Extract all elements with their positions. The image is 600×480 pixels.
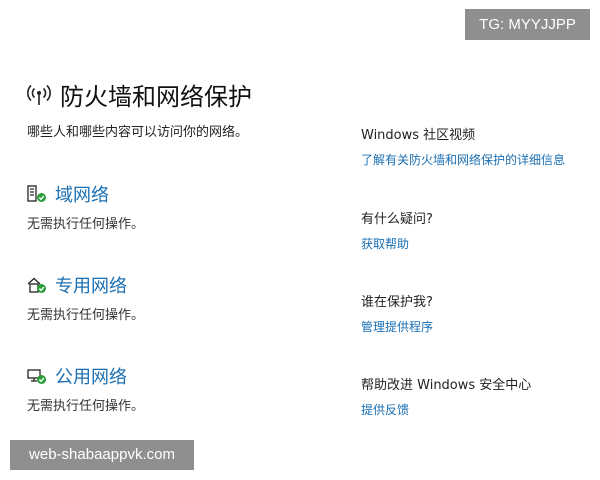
learn-more-link[interactable]: 了解有关防火墙和网络保护的详细信息 [361, 151, 565, 168]
private-network-icon [27, 276, 47, 294]
side-who-protects-heading: 谁在保护我? [361, 295, 433, 310]
side-questions: 有什么疑问? 获取帮助 [361, 208, 433, 252]
network-domain-header[interactable]: 域网络 [27, 181, 144, 207]
side-improve: 帮助改进 Windows 安全中心 提供反馈 [361, 374, 531, 418]
domain-network-icon [27, 185, 47, 203]
side-improve-heading: 帮助改进 Windows 安全中心 [361, 378, 532, 393]
page-title: 防火墙和网络保护 [26, 77, 252, 111]
side-questions-heading: 有什么疑问? [361, 212, 433, 227]
watermark-top-right: TG: MYYJJPP [465, 9, 590, 40]
page-subtitle: 哪些人和哪些内容可以访问你的网络。 [27, 125, 249, 140]
network-private: 专用网络 无需执行任何操作。 [27, 272, 144, 323]
firewall-network-protection-page: TG: MYYJJPP 防火墙和网络保护 哪些人和哪些内容可以访问你的网络。 域… [0, 0, 600, 480]
network-private-header[interactable]: 专用网络 [27, 272, 144, 298]
network-domain: 域网络 无需执行任何操作。 [27, 181, 144, 232]
network-public-link[interactable]: 公用网络 [55, 363, 127, 389]
get-help-link[interactable]: 获取帮助 [361, 235, 433, 252]
network-domain-status: 无需执行任何操作。 [27, 217, 145, 232]
watermark-bottom-left: web-shabaappvk.com [10, 440, 194, 470]
public-network-icon [27, 367, 47, 385]
wireless-antenna-icon [26, 81, 52, 107]
network-domain-link[interactable]: 域网络 [55, 181, 109, 207]
network-public-status: 无需执行任何操作。 [27, 399, 145, 414]
page-title-text: 防火墙和网络保护 [60, 82, 252, 111]
side-who-protects: 谁在保护我? 管理提供程序 [361, 291, 433, 335]
manage-providers-link[interactable]: 管理提供程序 [361, 318, 433, 335]
side-community-videos: Windows 社区视频 了解有关防火墙和网络保护的详细信息 [361, 124, 565, 168]
network-private-status: 无需执行任何操作。 [27, 308, 145, 323]
give-feedback-link[interactable]: 提供反馈 [361, 401, 531, 418]
network-public-header[interactable]: 公用网络 [27, 363, 144, 389]
side-community-videos-heading: Windows 社区视频 [361, 128, 476, 143]
network-public: 公用网络 无需执行任何操作。 [27, 363, 144, 414]
network-private-link[interactable]: 专用网络 [55, 272, 127, 298]
